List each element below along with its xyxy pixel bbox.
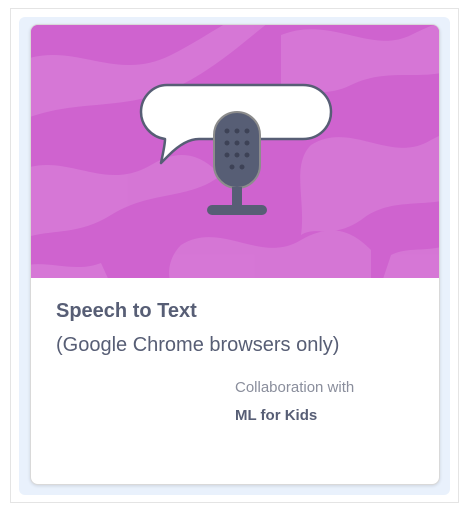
collaborator-name: ML for Kids <box>235 407 318 424</box>
extension-title: Speech to Text <box>56 300 197 322</box>
extension-card-body: Speech to Text (Google Chrome browsers o… <box>31 278 439 484</box>
extension-banner <box>31 25 439 278</box>
collaboration-label: Collaboration with <box>235 379 355 396</box>
extension-card-speech-to-text[interactable]: Speech to Text (Google Chrome browsers o… <box>30 24 440 485</box>
extension-subtitle: (Google Chrome browsers only) <box>56 334 340 356</box>
speech-bubble-microphone-icon <box>139 83 333 215</box>
